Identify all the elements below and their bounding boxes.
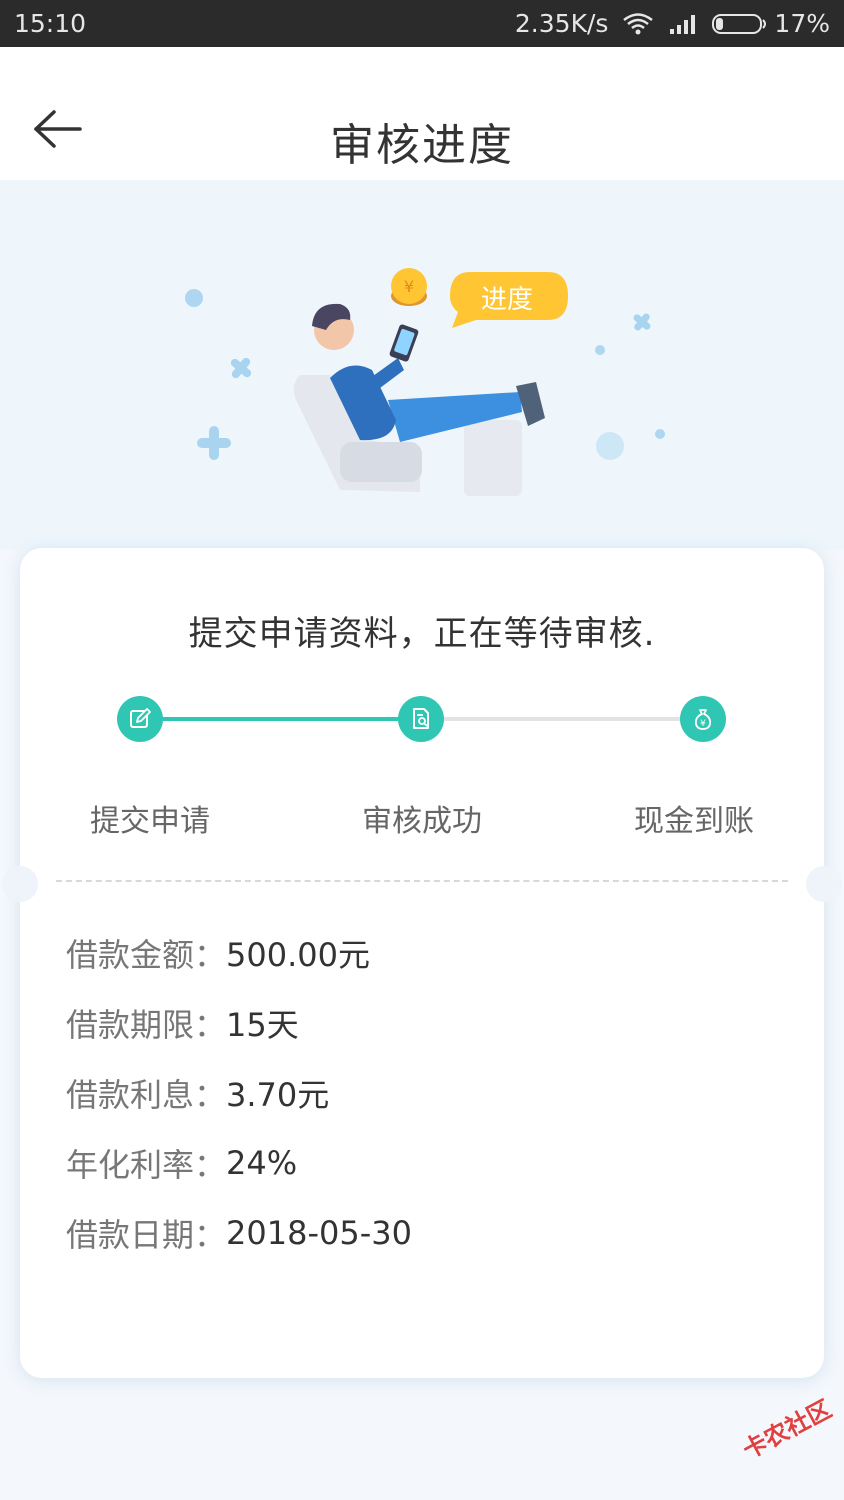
progress-line-completed — [140, 717, 420, 721]
wifi-icon — [622, 12, 654, 36]
battery-indicator: 17% — [712, 9, 830, 38]
step-label-submit: 提交申请 — [90, 804, 210, 839]
step-label-cash: 现金到账 — [634, 804, 754, 839]
detail-row-amount: 借款金额： 500.00元 — [66, 918, 412, 988]
detail-label: 年化利率： — [66, 1146, 227, 1184]
detail-label: 借款利息： — [66, 1076, 227, 1114]
money-bag-icon: ¥ — [694, 709, 712, 730]
coin-yuan-icon: ¥ — [404, 277, 414, 296]
detail-value: 2018-05-30 — [226, 1214, 412, 1252]
card-notch-right — [806, 866, 842, 902]
progress-illustration: ¥ 进度 — [185, 268, 665, 496]
loan-details: 借款金额： 500.00元 借款期限： 15天 借款利息： 3.70元 年化利率… — [66, 918, 412, 1268]
step-review — [398, 696, 444, 742]
status-bar: 15:10 2.35K/s 17% — [0, 0, 844, 47]
battery-icon — [712, 13, 767, 34]
progress-line-pending — [420, 717, 704, 721]
dashed-divider — [56, 880, 788, 882]
hero-illustration: ¥ 进度 — [0, 180, 844, 550]
edit-icon — [130, 708, 151, 728]
detail-label: 借款日期： — [66, 1216, 227, 1254]
detail-value: 500.00元 — [226, 936, 370, 974]
detail-value: 3.70元 — [226, 1076, 330, 1114]
watermark: 卡农社区 — [738, 1394, 837, 1465]
progress-card: 提交申请资料，正在等待审核. ¥ 提交申请 审核成功 现金到账 借款金额： 50… — [2, 548, 842, 1378]
detail-row-date: 借款日期： 2018-05-30 — [66, 1198, 412, 1268]
status-time: 15:10 — [14, 9, 87, 38]
detail-value: 24% — [226, 1144, 298, 1182]
svg-text:¥: ¥ — [700, 719, 706, 729]
detail-label: 借款金额： — [66, 936, 227, 974]
detail-row-rate: 年化利率： 24% — [66, 1128, 412, 1198]
status-icons: 2.35K/s 17% — [515, 9, 830, 38]
step-cash: ¥ — [680, 696, 726, 742]
status-message: 提交申请资料，正在等待审核. — [188, 614, 656, 654]
detail-value: 15天 — [226, 1006, 299, 1044]
detail-row-term: 借款期限： 15天 — [66, 988, 412, 1058]
network-speed: 2.35K/s — [514, 9, 609, 38]
card-notch-left — [2, 866, 38, 902]
step-label-review: 审核成功 — [362, 804, 482, 839]
battery-percent: 17% — [774, 9, 830, 38]
bubble-text: 进度 — [481, 285, 533, 315]
signal-icon — [668, 13, 698, 35]
title-bar: 审核进度 — [0, 47, 844, 180]
detail-label: 借款期限： — [66, 1006, 227, 1044]
step-submit — [117, 696, 163, 742]
detail-row-interest: 借款利息： 3.70元 — [66, 1058, 412, 1128]
document-search-icon — [413, 708, 429, 729]
page-title: 审核进度 — [330, 120, 514, 171]
